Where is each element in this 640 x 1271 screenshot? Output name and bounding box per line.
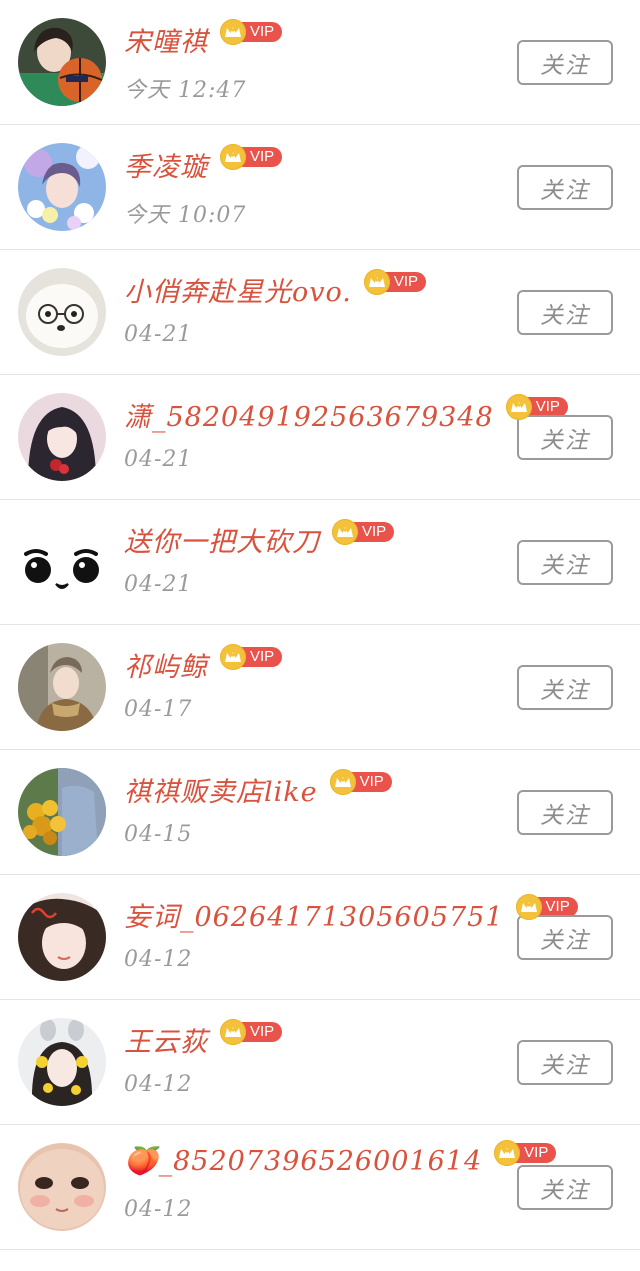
user-name[interactable]: 小俏奔赴星光ovo. (124, 270, 352, 309)
user-name[interactable]: 祁屿鲸 (124, 645, 208, 684)
vip-badge: VIP (494, 1140, 557, 1166)
user-name[interactable]: 🍑_85207396526001614 (124, 1145, 482, 1177)
list-item[interactable]: 小俏奔赴星光ovo. VIP 04-21 关注 (0, 250, 640, 375)
follow-time: 04-21 (124, 322, 193, 347)
follow-time: 今天 12:47 (124, 78, 247, 103)
user-name[interactable]: 宋曈祺 (124, 20, 208, 59)
vip-badge: VIP (329, 768, 392, 795)
crown-icon (505, 393, 532, 420)
name-line: 祺祺贩卖店like VIP (124, 768, 392, 809)
follow-button[interactable]: 关注 (517, 165, 613, 210)
user-avatar[interactable] (18, 1143, 106, 1231)
crown-icon (220, 1018, 246, 1045)
follow-button[interactable]: 关注 (517, 915, 613, 960)
user-name[interactable]: 季凌璇 (124, 145, 208, 184)
name-line: 潇_582049192563679348 VIP (124, 393, 568, 434)
follow-button[interactable]: 关注 (517, 540, 613, 585)
vip-badge: VIP (220, 18, 283, 45)
crown-icon (220, 18, 246, 45)
user-avatar[interactable] (18, 518, 106, 606)
name-line: 🍑_85207396526001614 VIP (124, 1140, 557, 1177)
list-item[interactable]: 王云荻 VIP 04-12 关注 (0, 1000, 640, 1125)
user-avatar[interactable] (18, 18, 106, 106)
follow-time: 04-21 (124, 447, 193, 472)
list-item[interactable]: 祺祺贩卖店like VIP 04-15 关注 (0, 750, 640, 875)
list-item[interactable]: 🍑_85207396526001614 VIP 04-12 关注 (0, 1125, 640, 1250)
crown-icon (363, 268, 390, 295)
list-item[interactable]: 潇_582049192563679348 VIP 04-21 关注 (0, 375, 640, 500)
vip-badge: VIP (220, 143, 283, 170)
user-avatar[interactable] (18, 768, 106, 856)
user-avatar[interactable] (18, 393, 106, 481)
follow-time: 04-17 (124, 697, 193, 722)
vip-badge: VIP (332, 518, 395, 545)
crown-icon (220, 643, 246, 670)
user-avatar[interactable] (18, 643, 106, 731)
user-avatar[interactable] (18, 1018, 106, 1106)
name-line: 祁屿鲸 VIP (124, 643, 283, 684)
user-name[interactable]: 王云荻 (124, 1020, 208, 1059)
user-name[interactable]: 祺祺贩卖店like (124, 770, 318, 809)
list-item[interactable]: 季凌璇 VIP 今天 10:07 关注 (0, 125, 640, 250)
name-line: 送你一把大砍刀 VIP (124, 518, 395, 559)
list-item[interactable]: 送你一把大砍刀 VIP 04-21 关注 (0, 500, 640, 625)
name-line: 王云荻 VIP (124, 1018, 283, 1059)
user-avatar[interactable] (18, 143, 106, 231)
follow-button[interactable]: 关注 (517, 1165, 613, 1210)
follow-time: 04-21 (124, 572, 193, 597)
crown-icon (494, 1140, 521, 1166)
follow-time: 04-15 (124, 822, 193, 847)
follow-button[interactable]: 关注 (517, 415, 613, 460)
crown-icon (515, 893, 542, 920)
crown-icon (220, 143, 246, 170)
follow-time: 04-12 (124, 947, 193, 972)
name-line: 妄词_06264171305605751 VIP (124, 893, 578, 934)
name-line: 小俏奔赴星光ovo. VIP (124, 268, 427, 309)
follow-time: 04-12 (124, 1197, 193, 1222)
user-name[interactable]: 妄词_06264171305605751 (124, 895, 504, 934)
user-avatar[interactable] (18, 268, 106, 356)
follow-button[interactable]: 关注 (517, 290, 613, 335)
vip-badge: VIP (220, 1018, 283, 1045)
crown-icon (332, 518, 358, 545)
follow-button[interactable]: 关注 (517, 1040, 613, 1085)
list-item[interactable]: 妄词_06264171305605751 VIP 04-12 关注 (0, 875, 640, 1000)
user-name[interactable]: 送你一把大砍刀 (124, 520, 320, 559)
follower-list: 宋曈祺 VIP 今天 12:47 关注 季凌璇 VIP 今天 10:07 关注 … (0, 0, 640, 1250)
list-item[interactable]: 祁屿鲸 VIP 04-17 关注 (0, 625, 640, 750)
follow-time: 04-12 (124, 1072, 193, 1097)
user-name[interactable]: 潇_582049192563679348 (124, 395, 494, 434)
follow-button[interactable]: 关注 (517, 40, 613, 85)
name-line: 季凌璇 VIP (124, 143, 283, 184)
list-item[interactable]: 宋曈祺 VIP 今天 12:47 关注 (0, 0, 640, 125)
crown-icon (329, 768, 356, 795)
follow-time: 今天 10:07 (124, 203, 247, 228)
name-line: 宋曈祺 VIP (124, 18, 283, 59)
follow-button[interactable]: 关注 (517, 790, 613, 835)
user-avatar[interactable] (18, 893, 106, 981)
vip-badge: VIP (220, 643, 283, 670)
vip-badge: VIP (363, 268, 427, 295)
follow-button[interactable]: 关注 (517, 665, 613, 710)
